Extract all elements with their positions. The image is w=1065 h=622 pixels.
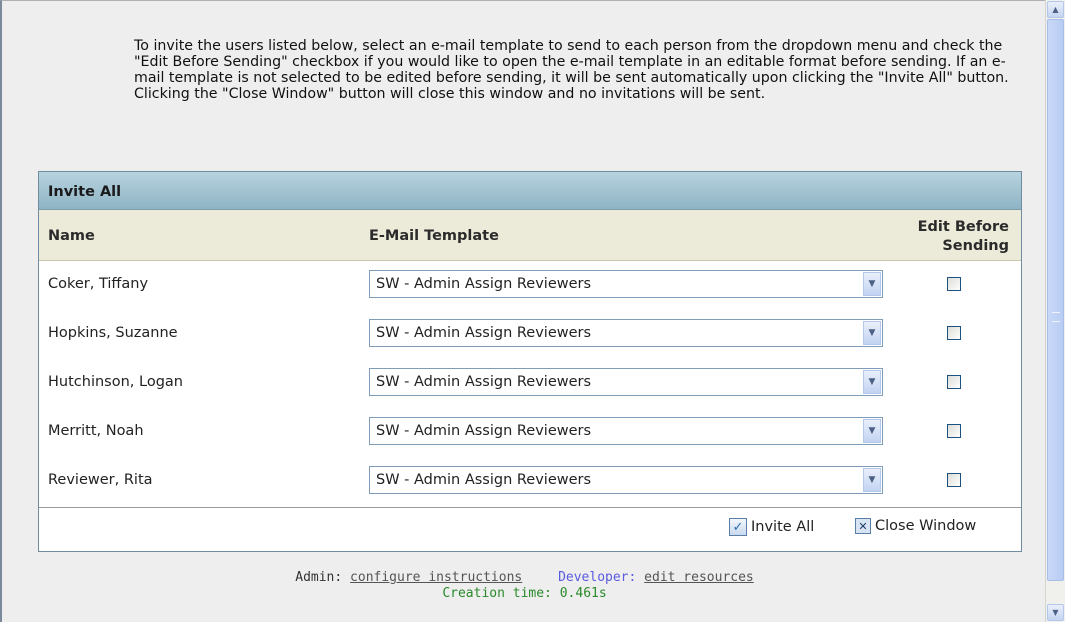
edit-before-sending-checkbox[interactable] (947, 375, 961, 389)
template-select[interactable]: SW - Admin Assign Reviewers ▼ (369, 417, 883, 445)
instructions-text: To invite the users listed below, select… (134, 38, 1009, 102)
template-select[interactable]: SW - Admin Assign Reviewers ▼ (369, 319, 883, 347)
close-window-button[interactable]: ✕ Close Window (855, 518, 976, 534)
dialog-window: To invite the users listed below, select… (0, 0, 1045, 622)
column-header-edit: Edit Before Sending (918, 218, 1009, 256)
panel-button-bar: ✓ Invite All ✕ Close Window (39, 507, 1021, 551)
scroll-up-arrow-icon[interactable]: ▲ (1047, 1, 1064, 18)
scrollbar-grip-icon (1052, 312, 1060, 322)
creation-time: Creation time: 0.461s (442, 586, 607, 601)
edit-before-sending-checkbox[interactable] (947, 473, 961, 487)
invite-panel: Invite All Name E-Mail Template Edit Bef… (38, 171, 1022, 552)
edit-before-sending-checkbox[interactable] (947, 424, 961, 438)
invite-all-button[interactable]: ✓ Invite All (729, 518, 814, 536)
chevron-down-icon[interactable]: ▼ (863, 419, 881, 443)
configure-instructions-link[interactable]: configure instructions (350, 570, 522, 585)
column-header-edit-line2: Sending (942, 238, 1009, 254)
close-icon: ✕ (855, 518, 871, 534)
table-row: Hutchinson, Logan SW - Admin Assign Revi… (39, 359, 1021, 408)
chevron-down-icon[interactable]: ▼ (863, 370, 881, 394)
template-select-value: SW - Admin Assign Reviewers (376, 276, 592, 292)
invite-all-label: Invite All (751, 519, 815, 535)
template-select-value: SW - Admin Assign Reviewers (376, 472, 592, 488)
chevron-down-icon[interactable]: ▼ (863, 321, 881, 345)
column-header-name: Name (48, 228, 95, 244)
admin-label: Admin: (295, 570, 343, 585)
template-select[interactable]: SW - Admin Assign Reviewers ▼ (369, 270, 883, 298)
close-window-label: Close Window (875, 518, 977, 534)
developer-label: Developer: (558, 570, 637, 585)
template-select-value: SW - Admin Assign Reviewers (376, 325, 592, 341)
template-select[interactable]: SW - Admin Assign Reviewers ▼ (369, 466, 883, 494)
table-row: Reviewer, Rita SW - Admin Assign Reviewe… (39, 457, 1021, 506)
template-select-value: SW - Admin Assign Reviewers (376, 423, 592, 439)
row-name: Merritt, Noah (48, 423, 144, 439)
edit-before-sending-checkbox[interactable] (947, 326, 961, 340)
table-row: Hopkins, Suzanne SW - Admin Assign Revie… (39, 310, 1021, 359)
row-name: Coker, Tiffany (48, 276, 149, 292)
scroll-down-arrow-icon[interactable]: ▼ (1047, 604, 1064, 621)
column-header-edit-line1: Edit Before (917, 219, 1009, 235)
table-row: Merritt, Noah SW - Admin Assign Reviewer… (39, 408, 1021, 457)
scrollbar-thumb[interactable] (1047, 19, 1064, 581)
row-name: Reviewer, Rita (48, 472, 153, 488)
chevron-down-icon[interactable]: ▼ (863, 272, 881, 296)
table-row: Coker, Tiffany SW - Admin Assign Reviewe… (39, 261, 1021, 310)
row-name: Hopkins, Suzanne (48, 325, 178, 341)
checkmark-icon: ✓ (729, 518, 747, 536)
admin-developer-links: Admin: configure instructions Developer:… (2, 570, 1047, 585)
row-name: Hutchinson, Logan (48, 374, 183, 390)
edit-resources-link[interactable]: edit resources (644, 570, 754, 585)
edit-before-sending-checkbox[interactable] (947, 277, 961, 291)
column-header-row: Name E-Mail Template Edit Before Sending (39, 210, 1021, 261)
vertical-scrollbar[interactable]: ▲ ▼ (1045, 0, 1065, 622)
template-select-value: SW - Admin Assign Reviewers (376, 374, 592, 390)
template-select[interactable]: SW - Admin Assign Reviewers ▼ (369, 368, 883, 396)
chevron-down-icon[interactable]: ▼ (863, 468, 881, 492)
panel-title: Invite All (39, 172, 1021, 210)
column-header-template: E-Mail Template (369, 228, 499, 244)
